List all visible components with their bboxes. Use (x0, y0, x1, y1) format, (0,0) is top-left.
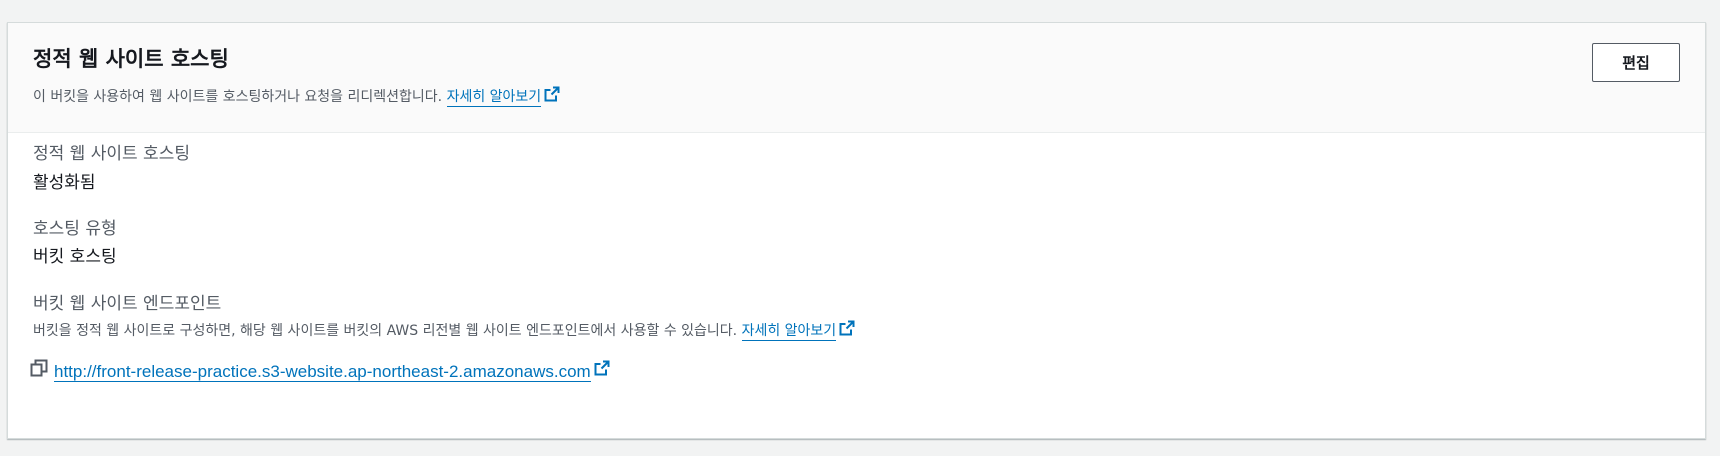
external-link-icon[interactable] (544, 86, 560, 106)
external-link-icon[interactable] (594, 360, 610, 381)
learn-more-link[interactable]: 자세히 알아보기 (446, 89, 542, 107)
endpoint-url-link[interactable]: http://front-release-practice.s3-website… (54, 361, 591, 382)
endpoint-label: 버킷 웹 사이트 엔드포인트 (33, 294, 222, 314)
hosting-value: 활성화됨 (33, 173, 96, 193)
endpoint-description-text: 버킷을 정적 웹 사이트로 구성하면, 해당 웹 사이트를 버킷의 AWS 리전… (33, 323, 738, 339)
endpoint-url-row: http://front-release-practice.s3-website… (30, 359, 610, 383)
external-link-icon[interactable] (839, 320, 855, 340)
edit-button[interactable]: 편집 (1592, 43, 1680, 82)
hosting-label: 정적 웹 사이트 호스팅 (33, 144, 190, 164)
hosting-type-value: 버킷 호스팅 (33, 247, 117, 267)
endpoint-learn-more-link[interactable]: 자세히 알아보기 (741, 323, 837, 341)
panel-description: 이 버킷을 사용하여 웹 사이트를 호스팅하거나 요청을 리디렉션합니다. 자세… (33, 86, 560, 107)
hosting-type-label: 호스팅 유형 (33, 219, 117, 239)
panel-description-text: 이 버킷을 사용하여 웹 사이트를 호스팅하거나 요청을 리디렉션합니다. (33, 89, 443, 105)
copy-icon[interactable] (30, 359, 48, 382)
endpoint-description: 버킷을 정적 웹 사이트로 구성하면, 해당 웹 사이트를 버킷의 AWS 리전… (33, 320, 855, 341)
panel-title: 정적 웹 사이트 호스팅 (33, 47, 229, 71)
panel-header: 정적 웹 사이트 호스팅 이 버킷을 사용하여 웹 사이트를 호스팅하거나 요청… (8, 23, 1705, 133)
